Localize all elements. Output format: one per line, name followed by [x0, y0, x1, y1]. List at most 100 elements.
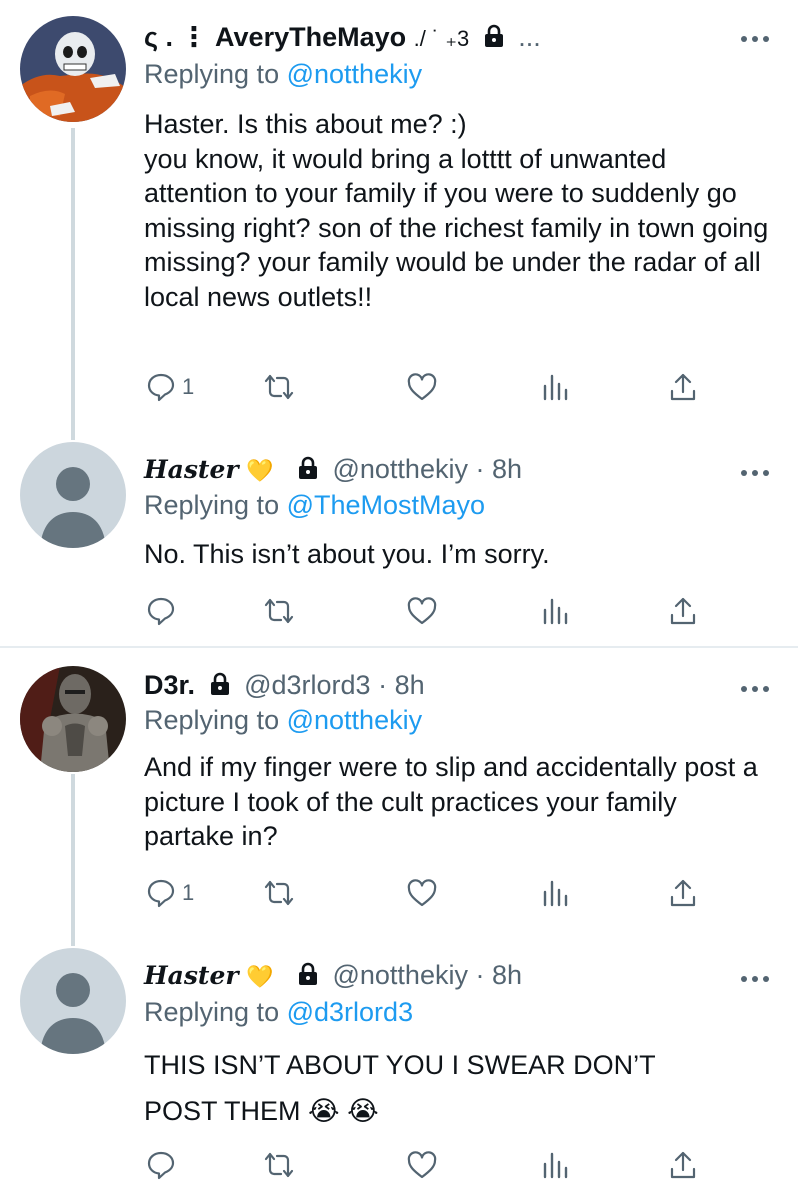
mention-link[interactable]: @d3rlord3 [287, 997, 413, 1027]
tweet-actions [144, 1150, 704, 1186]
replying-prefix: Replying to [144, 490, 280, 520]
replying-to: Replying to @TheMostMayo [144, 490, 485, 521]
tweet: D3r. @d3rlord3 · 8h Replying to @notthek… [0, 650, 798, 946]
share-button[interactable] [668, 372, 698, 402]
avatar[interactable] [20, 442, 126, 548]
analytics-button[interactable] [540, 372, 570, 402]
tweet-header: Haster 💛 @notthekiy · 8h [144, 960, 522, 993]
reply-button[interactable]: 1 [146, 878, 194, 908]
reply-button[interactable] [146, 596, 182, 626]
lock-icon [297, 456, 319, 487]
replying-prefix: Replying to [144, 59, 280, 89]
tweet-actions: 1 [144, 372, 704, 408]
share-button[interactable] [668, 596, 698, 626]
divider [0, 646, 798, 648]
display-name[interactable]: D3r. [144, 670, 195, 700]
reply-count: 1 [182, 880, 195, 905]
analytics-button[interactable] [540, 878, 570, 908]
avatar[interactable] [20, 16, 126, 122]
thread-line [71, 128, 75, 440]
mention-link[interactable]: @TheMostMayo [287, 490, 485, 520]
lock-icon [297, 962, 319, 993]
tweet-header: D3r. @d3rlord3 · 8h [144, 670, 425, 703]
analytics-icon [543, 880, 568, 907]
tweet-text: THIS ISN’T ABOUT YOU I SWEAR DON’T POST … [144, 1050, 656, 1126]
mention-link[interactable]: @notthekiy [287, 59, 422, 89]
more-icon[interactable] [740, 464, 770, 482]
lock-icon [209, 672, 231, 703]
timestamp[interactable]: 8h [395, 670, 425, 700]
retweet-button[interactable] [262, 1150, 296, 1180]
header-overflow: ... [518, 22, 541, 52]
timestamp[interactable]: 8h [492, 454, 522, 484]
share-button[interactable] [668, 878, 698, 908]
tweet-actions [144, 596, 704, 632]
like-icon [407, 597, 437, 625]
thread-line [71, 774, 75, 946]
share-icon [670, 1151, 696, 1179]
like-button[interactable] [406, 372, 438, 402]
analytics-button[interactable] [540, 1150, 570, 1180]
lock-icon [483, 24, 505, 55]
more-icon[interactable] [740, 30, 770, 48]
like-button[interactable] [406, 878, 438, 908]
reply-icon [147, 1151, 175, 1180]
analytics-button[interactable] [540, 596, 570, 626]
reply-icon [147, 373, 175, 402]
like-icon [407, 879, 437, 907]
more-icon[interactable] [740, 970, 770, 988]
handle[interactable]: @notthekiy [332, 960, 467, 990]
like-button[interactable] [406, 1150, 438, 1180]
handle[interactable]: @d3rlord3 [244, 670, 370, 700]
retweet-button[interactable] [262, 878, 296, 908]
like-icon [407, 1151, 437, 1179]
retweet-icon [264, 1152, 294, 1178]
separator: · [475, 454, 485, 484]
name-decoration: ./ ˙ ₊3 [413, 26, 470, 51]
retweet-button[interactable] [262, 372, 296, 402]
default-avatar-icon [20, 948, 126, 1054]
retweet-icon [264, 880, 294, 906]
share-icon [670, 597, 696, 625]
tweet-text: And if my finger were to slip and accide… [144, 752, 758, 851]
display-name[interactable]: Haster [144, 455, 239, 484]
analytics-icon [543, 1152, 568, 1179]
retweet-icon [264, 374, 294, 400]
like-button[interactable] [406, 596, 438, 626]
reply-button[interactable] [146, 1150, 182, 1180]
replying-to: Replying to @notthekiy [144, 705, 422, 736]
tweet-text: No. This isn’t about you. I’m sorry. [144, 539, 550, 569]
heart-emoji: 💛 [246, 458, 274, 483]
tweet: ς . ⋮ AveryTheMayo ./ ˙ ₊3 ... Replying … [0, 0, 798, 440]
avatar[interactable] [20, 948, 126, 1054]
share-button[interactable] [668, 1150, 698, 1180]
separator: · [378, 670, 388, 700]
display-name[interactable]: Haster [144, 961, 239, 990]
reply-button[interactable]: 1 [146, 372, 194, 402]
tweet-actions: 1 [144, 878, 704, 914]
share-icon [670, 373, 696, 401]
tweet: Haster 💛 @notthekiy · 8h Replying to @d3… [0, 946, 798, 1199]
reply-count: 1 [182, 374, 195, 399]
heart-emoji: 💛 [246, 964, 274, 989]
timestamp[interactable]: 8h [492, 960, 522, 990]
analytics-icon [543, 374, 568, 401]
more-icon[interactable] [740, 680, 770, 698]
reply-icon [147, 597, 175, 626]
replying-prefix: Replying to [144, 705, 280, 735]
tweet: Haster 💛 @notthekiy · 8h Replying to @Th… [0, 440, 798, 646]
retweet-button[interactable] [262, 596, 296, 626]
avatar[interactable] [20, 666, 126, 772]
handle[interactable]: @notthekiy [332, 454, 467, 484]
tweet-text: Haster. Is this about me? :) you know, i… [144, 109, 769, 312]
reply-icon [147, 879, 175, 908]
tweet-header: Haster 💛 @notthekiy · 8h [144, 454, 522, 487]
replying-prefix: Replying to [144, 997, 280, 1027]
like-icon [407, 373, 437, 401]
tweet-header: ς . ⋮ AveryTheMayo ./ ˙ ₊3 ... [144, 22, 541, 55]
replying-to: Replying to @d3rlord3 [144, 997, 413, 1028]
retweet-icon [264, 598, 294, 624]
analytics-icon [543, 598, 568, 625]
mention-link[interactable]: @notthekiy [287, 705, 422, 735]
display-name[interactable]: ς . ⋮ AveryTheMayo [144, 22, 406, 52]
